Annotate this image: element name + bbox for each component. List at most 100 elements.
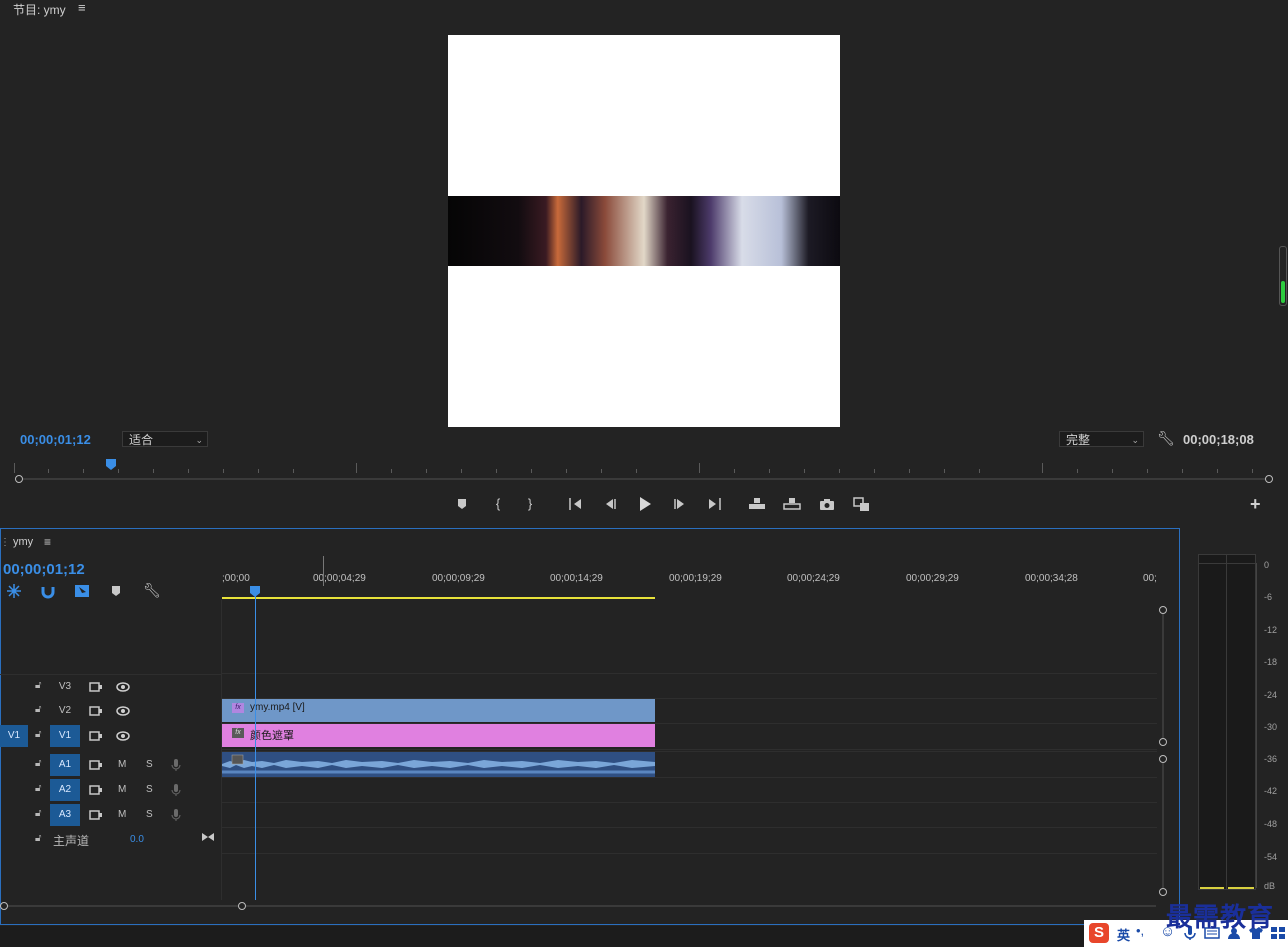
track-header-a2: 🔓︎ A2 M S	[0, 778, 221, 802]
track-target-v1[interactable]: V1	[50, 725, 80, 747]
lock-icon[interactable]: 🔓︎	[35, 680, 41, 691]
program-monitor: 节目: ymy ≡ 00;00;01;12 适合 ⌄ 完整 ⌄ 🔧︎ 00;00…	[0, 0, 1288, 527]
playback-resolution-dropdown[interactable]: 完整 ⌄	[1059, 431, 1144, 447]
sequence-tab[interactable]: ymy	[13, 536, 33, 548]
mute-button[interactable]: M	[118, 759, 126, 770]
mark-in-button[interactable]: {	[488, 495, 508, 513]
vertical-scroll-handle[interactable]	[1159, 606, 1167, 614]
vertical-scroll-handle[interactable]	[1159, 755, 1167, 763]
meter-scale-label: -42	[1264, 786, 1278, 796]
eye-icon[interactable]	[116, 730, 130, 742]
work-area-bar[interactable]	[222, 597, 655, 599]
go-to-out-icon[interactable]	[704, 495, 724, 513]
lock-icon[interactable]: 🔓︎	[35, 783, 41, 794]
scroll-handle-left[interactable]	[0, 902, 8, 910]
ruler-label: 00;	[1143, 573, 1157, 584]
solo-button[interactable]: S	[146, 759, 153, 770]
ruler-label: ;00;00	[222, 573, 250, 584]
punctuation-icon[interactable]: •,	[1136, 923, 1144, 938]
monitor-time-ruler[interactable]	[14, 459, 1272, 473]
master-volume-value[interactable]: 0.0	[130, 834, 144, 845]
track-header-a3: 🔓︎ A3 M S	[0, 803, 221, 827]
monitor-playhead[interactable]	[106, 459, 117, 471]
sync-lock-icon[interactable]	[89, 705, 103, 717]
sync-lock-icon[interactable]	[89, 681, 103, 693]
track-target-a3[interactable]: A3	[50, 804, 80, 826]
lock-icon[interactable]: 🔓︎	[35, 833, 41, 844]
lift-icon[interactable]	[747, 495, 767, 513]
lock-icon[interactable]: 🔓︎	[35, 758, 41, 769]
microphone-icon[interactable]	[171, 808, 181, 822]
ruler-label: 00;00;34;28	[1025, 573, 1078, 584]
mark-out-button[interactable]: }	[520, 495, 540, 513]
scroll-handle-right[interactable]	[238, 902, 246, 910]
nest-snap-icon[interactable]	[6, 583, 22, 599]
step-back-icon[interactable]	[600, 495, 620, 513]
compare-view-icon[interactable]	[852, 495, 872, 513]
solo-button[interactable]: S	[146, 784, 153, 795]
eye-icon[interactable]	[116, 681, 130, 693]
sequence-menu-icon[interactable]: ≡	[44, 535, 51, 549]
track-target-v3[interactable]: V3	[50, 676, 80, 698]
sync-lock-icon[interactable]	[89, 730, 103, 742]
playhead-timecode[interactable]: 00;00;01;12	[20, 432, 91, 447]
lock-icon[interactable]: 🔓︎	[35, 704, 41, 715]
snap-magnet-icon[interactable]	[40, 583, 56, 599]
audio-waveform	[222, 752, 655, 777]
lock-icon[interactable]: 🔓︎	[35, 808, 41, 819]
wrench-icon[interactable]: 🔧︎	[1157, 430, 1175, 447]
chevron-down-icon: ⌄	[195, 435, 203, 445]
lock-icon[interactable]: 🔓︎	[35, 729, 41, 740]
timeline-timecode[interactable]: 00;00;01;12	[3, 561, 85, 578]
eye-icon[interactable]	[116, 705, 130, 717]
meter-scale-label: -30	[1264, 722, 1278, 732]
scroll-handle-right[interactable]	[1265, 475, 1273, 483]
track-target-a2[interactable]: A2	[50, 779, 80, 801]
ruler-label: 00;00;19;29	[669, 573, 722, 584]
meter-scale-label: -48	[1264, 819, 1278, 829]
timeline-settings-wrench-icon[interactable]: 🔧︎	[143, 582, 161, 599]
program-title[interactable]: 节目: ymy	[13, 1, 66, 18]
track-target-v2[interactable]: V2	[50, 700, 80, 722]
step-forward-icon[interactable]	[670, 495, 690, 513]
go-to-in-icon[interactable]	[566, 495, 586, 513]
track-target-a1[interactable]: A1	[50, 754, 80, 776]
sync-lock-icon[interactable]	[89, 784, 103, 796]
add-marker-icon[interactable]	[110, 584, 122, 598]
source-patch-v1[interactable]: V1	[0, 725, 28, 747]
scroll-handle-left[interactable]	[15, 475, 23, 483]
ime-language-label[interactable]: 英	[1117, 925, 1130, 944]
clip-video-ymy[interactable]: fx ymy.mp4 [V]	[222, 699, 655, 722]
vertical-scroll-handle[interactable]	[1159, 738, 1167, 746]
clip-color-matte[interactable]: fx 颜色遮罩	[222, 724, 655, 747]
ruler-label: 00;00;29;29	[906, 573, 959, 584]
sync-lock-icon[interactable]	[89, 809, 103, 821]
playhead-line	[255, 595, 256, 900]
solo-button[interactable]: S	[146, 809, 153, 820]
sync-lock-icon[interactable]	[89, 759, 103, 771]
zoom-fit-dropdown[interactable]: 适合 ⌄	[122, 431, 208, 447]
track-lane-a2	[222, 777, 1157, 803]
microphone-icon[interactable]	[171, 758, 181, 772]
track-lane-master	[222, 827, 1157, 854]
panel-menu-icon[interactable]: ≡	[78, 0, 86, 15]
track-lane-a3	[222, 802, 1157, 828]
clip-audio-ymy[interactable]	[222, 752, 655, 777]
timeline-ruler[interactable]: ;00;00 00;00;04;29 00;00;09;29 00;00;14;…	[222, 556, 1157, 600]
meter-scale-label: dB	[1264, 881, 1276, 891]
camera-icon[interactable]	[817, 495, 837, 513]
meter-scale-label: -12	[1264, 625, 1278, 635]
microphone-icon[interactable]	[171, 783, 181, 797]
linked-selection-icon[interactable]	[74, 583, 90, 599]
extract-icon[interactable]	[782, 495, 802, 513]
mute-button[interactable]: M	[118, 809, 126, 820]
track-header-v2: 🔓︎ V2	[0, 699, 221, 723]
vertical-scroll-handle[interactable]	[1159, 888, 1167, 896]
timeline-horizontal-scrollbar[interactable]	[4, 905, 1156, 907]
button-editor-add-button[interactable]: +	[1250, 494, 1261, 515]
mute-button[interactable]: M	[118, 784, 126, 795]
go-to-end-icon[interactable]	[201, 831, 215, 843]
add-marker-icon[interactable]	[452, 495, 472, 513]
play-icon[interactable]	[635, 495, 655, 513]
monitor-zoom-scrollbar[interactable]	[15, 475, 1273, 483]
